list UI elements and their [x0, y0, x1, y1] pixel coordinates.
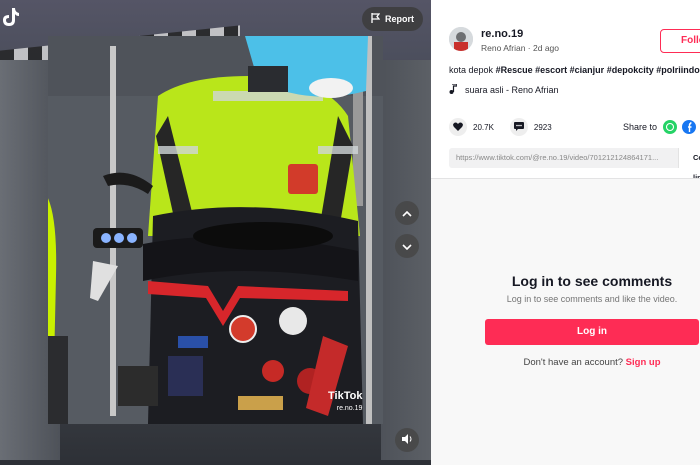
comments-area: Log in to see comments Log in to see com…	[431, 179, 700, 465]
video-detail-panel: re.no.19 Reno Afrian · 2d ago Follow kot…	[431, 0, 700, 465]
login-label: Log in	[577, 326, 607, 337]
video-link-row: https://www.tiktok.com/@re.no.19/video/7…	[449, 148, 700, 182]
video-scene	[48, 36, 383, 424]
engagement-stats: 20.7K 2923	[449, 118, 552, 136]
comment-count: 2923	[533, 122, 552, 132]
report-label: Report	[385, 14, 414, 24]
caption-text: kota depok	[449, 65, 494, 75]
tiktok-watermark: TikTok re.no.19	[328, 390, 363, 413]
hashtag-link[interactable]: #cianjur	[570, 65, 605, 75]
hashtag-link[interactable]: #polriindo	[656, 65, 700, 75]
hashtag-link[interactable]: #escort	[535, 65, 567, 75]
post-date: 2d ago	[533, 43, 559, 53]
previous-video-button[interactable]	[395, 201, 419, 225]
comment-button[interactable]	[509, 118, 528, 136]
background-road-right	[381, 60, 431, 460]
share-label: Share to	[623, 122, 658, 132]
video-caption: kota depok #Rescue #escort #cianjur #dep…	[449, 65, 700, 75]
next-video-button[interactable]	[395, 234, 419, 258]
sound-label: suara asli - Reno Afrian	[465, 85, 559, 95]
login-prompt-subtitle: Log in to see comments and like the vide…	[506, 294, 678, 304]
login-prompt-title: Log in to see comments	[511, 273, 673, 289]
sound-link[interactable]: suara asli - Reno Afrian	[449, 83, 559, 96]
author-meta: Reno Afrian · 2d ago	[481, 43, 559, 53]
no-account-text: Don't have an account?	[523, 357, 624, 368]
author-display-name: Reno Afrian	[481, 43, 526, 53]
watermark-brand: TikTok	[328, 390, 363, 402]
video-url-field[interactable]: https://www.tiktok.com/@re.no.19/video/7…	[456, 153, 674, 162]
whatsapp-share-icon[interactable]	[663, 120, 677, 134]
comment-icon	[513, 121, 524, 133]
heart-icon	[453, 121, 463, 133]
report-button[interactable]: Report	[362, 7, 423, 31]
video-pane: Report TikTok re.no.19	[0, 0, 431, 465]
signup-link[interactable]: Sign up	[626, 357, 661, 368]
login-button[interactable]: Log in	[485, 319, 699, 345]
chevron-down-icon	[402, 237, 412, 255]
avatar[interactable]	[449, 27, 473, 51]
video-player[interactable]	[48, 36, 383, 424]
follow-button[interactable]: Follow	[660, 29, 700, 53]
volume-button[interactable]	[395, 428, 419, 452]
copy-link-button[interactable]: Copy link	[678, 148, 700, 182]
signup-prompt: Don't have an account? Sign up	[431, 357, 700, 368]
tiktok-logo-icon[interactable]	[0, 6, 22, 28]
author-username[interactable]: re.no.19	[481, 28, 523, 40]
hashtag-link[interactable]: #Rescue	[496, 65, 533, 75]
music-note-icon	[449, 83, 458, 96]
hashtag-link[interactable]: #depokcity	[607, 65, 654, 75]
facebook-share-icon[interactable]	[682, 120, 696, 134]
flag-icon	[371, 13, 381, 25]
watermark-user: re.no.19	[336, 405, 363, 412]
chevron-up-icon	[402, 204, 412, 222]
like-count: 20.7K	[473, 122, 494, 132]
volume-icon	[401, 431, 413, 449]
like-button[interactable]	[449, 118, 467, 136]
video-info-section: re.no.19 Reno Afrian · 2d ago Follow kot…	[431, 0, 700, 182]
